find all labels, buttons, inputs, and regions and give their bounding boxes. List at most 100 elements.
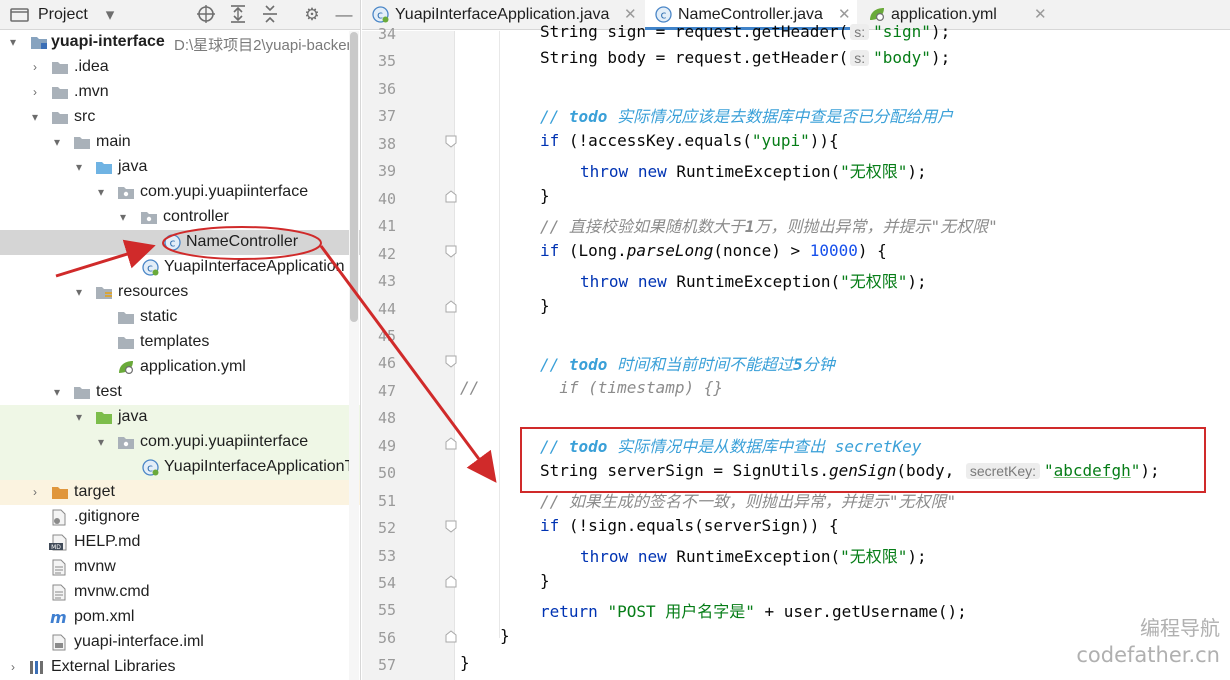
tree-item-name-controller[interactable]: c NameController — [0, 230, 360, 255]
fold-marker-icon[interactable] — [445, 437, 457, 450]
code-line-40[interactable]: } — [540, 186, 550, 205]
tree-item-gitignore[interactable]: .gitignore — [0, 505, 360, 530]
line-number[interactable]: 51 — [370, 492, 396, 510]
code-line-44[interactable]: } — [540, 296, 550, 315]
chevron-down-icon[interactable]: ▾ — [94, 433, 108, 451]
line-number[interactable]: 40 — [370, 190, 396, 208]
fold-marker-icon[interactable] — [445, 190, 457, 203]
close-icon[interactable]: ✕ — [838, 5, 851, 23]
code-line-42[interactable]: if (Long.parseLong(nonce) > 10000) { — [540, 241, 887, 260]
close-icon[interactable]: ✕ — [624, 5, 637, 23]
target-icon[interactable] — [195, 4, 217, 26]
tree-item-controller[interactable]: ▾ controller — [0, 205, 360, 230]
code-line-56[interactable]: } — [500, 626, 510, 645]
line-number[interactable]: 56 — [370, 629, 396, 647]
line-number[interactable]: 53 — [370, 547, 396, 565]
fold-marker-icon[interactable] — [445, 245, 457, 258]
tree-item-package-main[interactable]: ▾ com.yupi.yuapiinterface — [0, 180, 360, 205]
code-line-46[interactable]: // todo 时间和当前时间不能超过5分钟 — [540, 351, 835, 375]
minimize-icon[interactable]: — — [333, 4, 355, 26]
chevron-down-icon[interactable]: ▾ — [72, 283, 86, 301]
line-number[interactable]: 55 — [370, 601, 396, 619]
code-line-41[interactable]: // 直接校验如果随机数大于1万，则抛出异常，并提示"无权限" — [540, 213, 998, 237]
code-line-34[interactable]: String sign = request.getHeader(s: "sign"… — [540, 22, 950, 41]
tree-item-application-yml[interactable]: application.yml — [0, 355, 360, 380]
tree-item-project-root[interactable]: ▾ yuapi-interface D:\星球项目2\yuapi-backen — [0, 30, 360, 55]
line-number[interactable]: 52 — [370, 519, 396, 537]
tree-item-package-test[interactable]: ▾ com.yupi.yuapiinterface — [0, 430, 360, 455]
code-line-54[interactable]: } — [540, 571, 550, 590]
tree-item-test[interactable]: ▾ test — [0, 380, 360, 405]
line-number[interactable]: 38 — [370, 135, 396, 153]
tree-item-static[interactable]: static — [0, 305, 360, 330]
tree-item-application-class[interactable]: c YuapiInterfaceApplication — [0, 255, 360, 280]
fold-marker-icon[interactable] — [445, 630, 457, 643]
code-line-50[interactable]: String serverSign = SignUtils.genSign(bo… — [540, 461, 1160, 480]
fold-marker-icon[interactable] — [445, 355, 457, 368]
code-line-53[interactable]: throw new RuntimeException("无权限"); — [580, 543, 927, 567]
project-panel-title[interactable]: Project — [38, 6, 88, 24]
tree-item-main-java[interactable]: ▾ java — [0, 155, 360, 180]
tree-item-idea[interactable]: › .idea — [0, 55, 360, 80]
close-icon[interactable]: ✕ — [1034, 5, 1047, 23]
tree-item-src[interactable]: ▾ src — [0, 105, 360, 130]
code-line-55[interactable]: return "POST 用户名字是" + user.getUsername()… — [540, 598, 967, 622]
code-line-38[interactable]: if (!accessKey.equals("yupi")){ — [540, 131, 839, 150]
line-number[interactable]: 47 — [370, 382, 396, 400]
line-number[interactable]: 36 — [370, 80, 396, 98]
chevron-down-icon[interactable]: ▾ — [6, 33, 20, 51]
chevron-down-icon[interactable]: ▾ — [50, 383, 64, 401]
chevron-right-icon[interactable]: › — [28, 58, 42, 76]
expand-all-icon[interactable] — [227, 4, 249, 26]
line-number[interactable]: 57 — [370, 656, 396, 674]
tree-item-templates[interactable]: templates — [0, 330, 360, 355]
code-line-37[interactable]: // todo 实际情况应该是去数据库中查是否已分配给用户 — [540, 103, 953, 127]
tree-item-application-tests[interactable]: c YuapiInterfaceApplicationT — [0, 455, 360, 480]
line-number[interactable]: 49 — [370, 437, 396, 455]
collapse-all-icon[interactable] — [259, 4, 281, 26]
tree-item-help-md[interactable]: MD HELP.md — [0, 530, 360, 555]
code-line-57[interactable]: } — [460, 653, 470, 672]
fold-marker-icon[interactable] — [445, 300, 457, 313]
tree-item-mvn[interactable]: › .mvn — [0, 80, 360, 105]
line-number[interactable]: 41 — [370, 217, 396, 235]
fold-marker-icon[interactable] — [445, 520, 457, 533]
view-dropdown-chevron-icon[interactable]: ▾ — [99, 4, 121, 26]
tree-item-pom-xml[interactable]: m pom.xml — [0, 605, 360, 630]
fold-marker-icon[interactable] — [445, 135, 457, 148]
chevron-right-icon[interactable]: › — [28, 83, 42, 101]
chevron-down-icon[interactable]: ▾ — [72, 158, 86, 176]
line-number[interactable]: 54 — [370, 574, 396, 592]
code-line-43[interactable]: throw new RuntimeException("无权限"); — [580, 268, 927, 292]
line-number[interactable]: 35 — [370, 52, 396, 70]
tree-item-mvnw-cmd[interactable]: mvnw.cmd — [0, 580, 360, 605]
tree-item-iml[interactable]: yuapi-interface.iml — [0, 630, 360, 655]
tree-item-external-libraries[interactable]: › External Libraries — [0, 655, 360, 680]
line-number[interactable]: 34 — [370, 25, 396, 43]
tree-item-main[interactable]: ▾ main — [0, 130, 360, 155]
code-line-35[interactable]: String body = request.getHeader(s: "body"… — [540, 48, 950, 67]
chevron-right-icon[interactable]: › — [6, 658, 20, 676]
chevron-down-icon[interactable]: ▾ — [50, 133, 64, 151]
line-number[interactable]: 50 — [370, 464, 396, 482]
line-number[interactable]: 42 — [370, 245, 396, 263]
tree-item-mvnw[interactable]: mvnw — [0, 555, 360, 580]
line-number[interactable]: 43 — [370, 272, 396, 290]
code-line-47[interactable]: // if (timestamp) {} — [460, 378, 723, 397]
chevron-down-icon[interactable]: ▾ — [94, 183, 108, 201]
line-number[interactable]: 46 — [370, 354, 396, 372]
code-line-51[interactable]: // 如果生成的签名不一致，则抛出异常，并提示"无权限" — [540, 488, 956, 512]
line-number[interactable]: 39 — [370, 162, 396, 180]
chevron-down-icon[interactable]: ▾ — [72, 408, 86, 426]
fold-marker-icon[interactable] — [445, 575, 457, 588]
code-line-39[interactable]: throw new RuntimeException("无权限"); — [580, 158, 927, 182]
line-number[interactable]: 48 — [370, 409, 396, 427]
chevron-right-icon[interactable]: › — [28, 483, 42, 501]
code-line-52[interactable]: if (!sign.equals(serverSign)) { — [540, 516, 839, 535]
chevron-down-icon[interactable]: ▾ — [28, 108, 42, 126]
chevron-down-icon[interactable]: ▾ — [116, 208, 130, 226]
tree-item-target[interactable]: › target — [0, 480, 360, 505]
tree-item-test-java[interactable]: ▾ java — [0, 405, 360, 430]
code-line-49[interactable]: // todo 实际情况中是从数据库中查出 secretKey — [540, 433, 921, 457]
gear-icon[interactable]: ⚙ — [301, 4, 323, 26]
